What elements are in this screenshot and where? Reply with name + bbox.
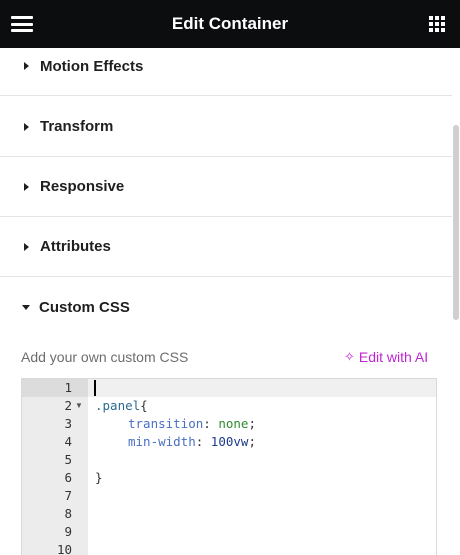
section-attributes[interactable]: Attributes [0, 217, 452, 277]
scrollbar[interactable] [453, 125, 459, 320]
css-property: transition [128, 416, 204, 431]
section-label: Responsive [40, 178, 125, 195]
line-number: 4 [64, 434, 72, 449]
section-transform[interactable]: Transform [0, 97, 452, 157]
section-motion-effects[interactable]: Motion Effects [0, 37, 452, 96]
css-selector: .panel [95, 398, 141, 413]
section-custom-css[interactable]: Custom CSS [0, 277, 452, 337]
line-number: 2 [64, 398, 72, 413]
code-brace: } [95, 470, 103, 485]
section-label: Attributes [40, 238, 111, 255]
line-number: 7 [64, 488, 72, 503]
caret-down-icon [22, 304, 30, 310]
caret-right-icon [24, 182, 29, 191]
custom-css-help-text: Add your own custom CSS [21, 349, 189, 365]
line-number: 10 [56, 542, 72, 555]
code-line[interactable]: transition: none; [128, 415, 256, 433]
css-value: 100vw [210, 434, 249, 449]
code-semicolon: ; [248, 416, 256, 431]
code-line[interactable]: } [95, 469, 103, 487]
grid-icon[interactable] [429, 16, 445, 32]
section-responsive[interactable]: Responsive [0, 157, 452, 217]
line-number: 1 [64, 380, 72, 395]
hamburger-icon[interactable] [11, 16, 33, 32]
code-line[interactable]: min-width: 100vw; [128, 433, 256, 451]
edit-with-ai-label: Edit with AI [358, 349, 429, 365]
line-number: 8 [64, 506, 72, 521]
sparkle-icon: ✧ [344, 349, 355, 364]
active-line-highlight [88, 379, 436, 397]
page-title: Edit Container [171, 14, 289, 33]
text-cursor [94, 380, 96, 396]
css-value: none [218, 416, 249, 431]
css-code-editor[interactable]: 1 2 3 4 5 6 7 8 9 10 ▼ .panel{ transitio… [21, 378, 437, 555]
line-number: 5 [64, 452, 72, 467]
code-colon: : [195, 434, 211, 449]
code-semicolon: ; [248, 434, 256, 449]
caret-right-icon [24, 122, 29, 131]
code-line[interactable]: .panel{ [95, 397, 148, 415]
line-number: 9 [64, 524, 72, 539]
edit-with-ai-link[interactable]: ✧ Edit with AI [344, 349, 428, 365]
section-label: Custom CSS [39, 298, 130, 316]
code-colon: : [203, 416, 219, 431]
line-number: 3 [64, 416, 72, 431]
css-property: min-width [128, 434, 196, 449]
fold-toggle-icon[interactable]: ▼ [75, 397, 83, 415]
caret-right-icon [24, 242, 29, 251]
caret-right-icon [24, 62, 29, 70]
code-brace: { [140, 398, 148, 413]
line-number: 6 [64, 470, 72, 485]
section-label: Transform [40, 118, 114, 135]
section-label: Motion Effects [40, 57, 144, 75]
